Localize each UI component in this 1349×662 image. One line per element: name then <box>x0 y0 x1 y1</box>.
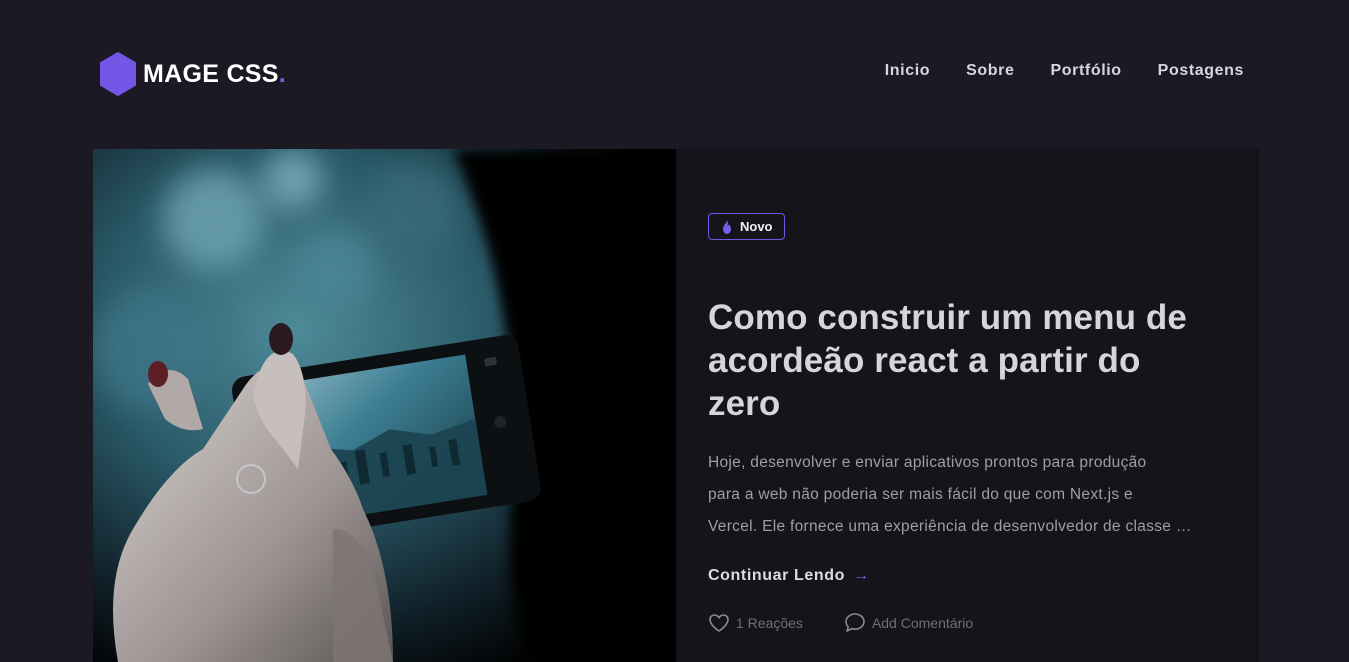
arrow-right-icon: → <box>852 567 870 584</box>
post-excerpt: Hoje, desenvolver e enviar aplicativos p… <box>708 447 1198 543</box>
post-title-line: acordeão react a partir do <box>708 341 1141 380</box>
post-title-line: Como construir um menu de <box>708 298 1187 337</box>
read-more-label: Continuar Lendo <box>708 567 845 584</box>
hexagon-logo-icon <box>100 52 136 96</box>
site-header: MAGE CSS. Inicio Sobre Portfólio Postage… <box>0 0 1349 148</box>
brand-name: MAGE CSS. <box>143 59 286 88</box>
excerpt-line: Vercel. Ele fornece uma experiência de d… <box>708 518 1198 535</box>
nav-item-postagens[interactable]: Postagens <box>1158 62 1244 80</box>
featured-post-card: Novo Como construir um menu de acordeão … <box>93 149 1259 662</box>
nav-item-portfolio[interactable]: Portfólio <box>1051 62 1122 80</box>
heart-icon <box>709 613 729 632</box>
post-meta: 1 Reações Add Comentário <box>708 612 1228 633</box>
post-title-line: zero <box>708 384 781 423</box>
nav-item-inicio[interactable]: Inicio <box>885 62 930 80</box>
flame-icon <box>723 219 731 234</box>
site-logo[interactable]: MAGE CSS. <box>99 52 286 96</box>
badge-label: Novo <box>740 219 773 234</box>
reactions-button[interactable]: 1 Reações <box>708 613 803 633</box>
main-nav: Inicio Sobre Portfólio Postagens <box>885 62 1244 80</box>
phone-photo-illustration <box>93 149 676 662</box>
excerpt-line: Hoje, desenvolver e enviar aplicativos p… <box>708 454 1147 471</box>
nav-item-sobre[interactable]: Sobre <box>966 62 1014 80</box>
post-cover-image[interactable] <box>93 149 676 662</box>
comments-label: Add Comentário <box>871 614 974 631</box>
read-more-link[interactable]: Continuar Lendo → <box>708 567 870 585</box>
excerpt-line: para a web não poderia ser mais fácil do… <box>708 486 1133 503</box>
comment-icon <box>845 613 865 632</box>
reactions-label: 1 Reações <box>736 614 803 631</box>
brand-dot: . <box>278 59 286 88</box>
add-comment-button[interactable]: Add Comentário <box>844 612 973 633</box>
post-content: Novo Como construir um menu de acordeão … <box>708 213 1228 633</box>
post-title[interactable]: Como construir um menu de acordeão react… <box>708 296 1228 425</box>
new-badge: Novo <box>708 213 785 240</box>
